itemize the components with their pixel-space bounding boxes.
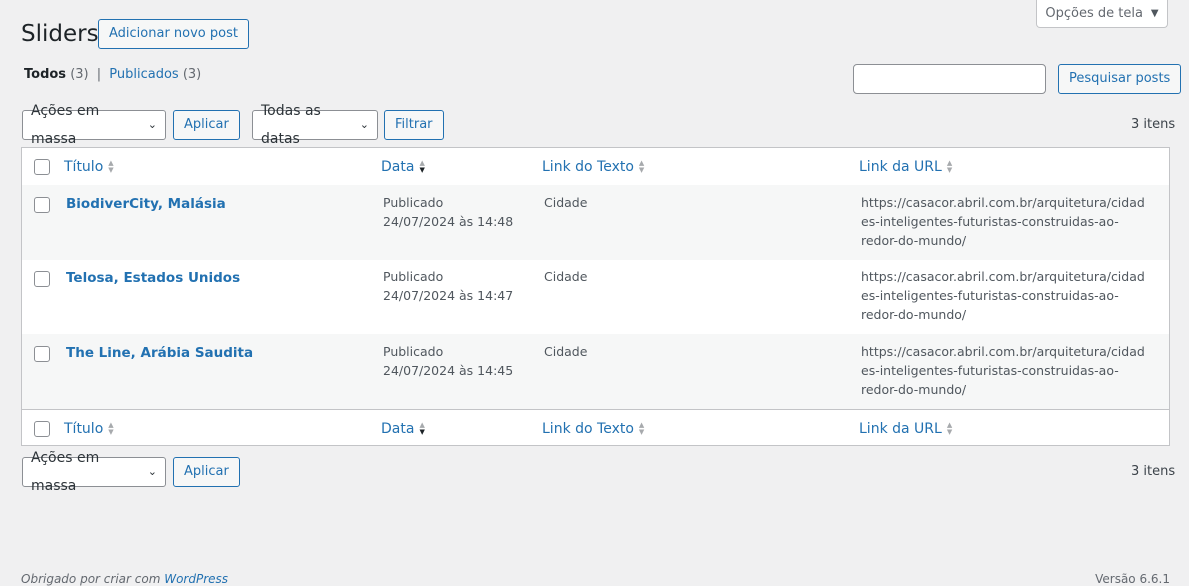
- table-row: Telosa, Estados Unidos Publicado 24/07/2…: [22, 259, 1169, 334]
- chevron-down-icon: ⌄: [147, 465, 157, 478]
- wordpress-link[interactable]: WordPress: [164, 572, 228, 586]
- row-title-link[interactable]: Telosa, Estados Unidos: [66, 270, 240, 286]
- select-all-checkbox[interactable]: [34, 159, 50, 175]
- column-date-header[interactable]: Data ▲ ▼: [381, 159, 425, 175]
- view-published-link[interactable]: Publicados: [109, 67, 178, 82]
- view-all-count: (3): [70, 67, 89, 82]
- bulk-actions-select-bottom[interactable]: Ações em massa ⌄: [22, 450, 166, 494]
- footer-thankyou-text: Obrigado por criar com: [21, 572, 165, 586]
- screen-options-label: Opções de tela: [1045, 6, 1143, 21]
- search-posts-button[interactable]: Pesquisar posts: [1058, 64, 1182, 94]
- chevron-down-icon: ⌄: [147, 118, 157, 131]
- row-checkbox[interactable]: [34, 197, 50, 213]
- date-cell: Publicado 24/07/2024 às 14:48: [383, 193, 513, 231]
- post-status: Publicado: [383, 195, 444, 210]
- link-url-cell: https://casacor.abril.com.br/arquitetura…: [861, 269, 1145, 322]
- bulk-actions-value: Ações em massa: [31, 450, 100, 494]
- items-count: 3 itens: [1131, 117, 1176, 132]
- column-link-url-label: Link da URL: [859, 158, 942, 175]
- column-link-text-header[interactable]: Link do Texto ▲ ▼: [542, 159, 644, 175]
- sort-icon: ▲ ▼: [946, 420, 953, 436]
- items-count-bottom: 3 itens: [1131, 464, 1176, 479]
- column-title-footer[interactable]: Título ▲ ▼: [64, 421, 114, 437]
- link-text-cell: Cidade: [544, 269, 588, 284]
- apply-button[interactable]: Aplicar: [173, 110, 240, 140]
- view-filters: Todos (3) | Publicados (3): [24, 67, 201, 82]
- bulk-actions-select[interactable]: Ações em massa ⌄: [22, 103, 166, 147]
- table-footer: Título ▲ ▼ Data ▲ ▼ Link do Texto ▲ ▼ Link …: [22, 409, 1169, 447]
- link-url-cell: https://casacor.abril.com.br/arquitetura…: [861, 344, 1145, 397]
- column-title-label: Título: [64, 158, 104, 175]
- sort-desc-icon: ▲ ▼: [419, 158, 425, 174]
- page-title: Sliders: [21, 21, 99, 47]
- row-checkbox[interactable]: [34, 346, 50, 362]
- column-date-label: Data: [381, 158, 415, 175]
- row-title-link[interactable]: The Line, Arábia Saudita: [66, 345, 253, 361]
- sort-desc-icon: ▲ ▼: [419, 420, 425, 436]
- post-date: 24/07/2024 às 14:48: [383, 214, 514, 229]
- table-row: BiodiverCity, Malásia Publicado 24/07/20…: [22, 185, 1169, 260]
- link-text-cell: Cidade: [544, 344, 588, 359]
- posts-table: Título ▲ ▼ Data ▲ ▼ Link do Texto ▲ ▼ Link …: [21, 147, 1170, 446]
- table-header: Título ▲ ▼ Data ▲ ▼ Link do Texto ▲ ▼ Link …: [22, 148, 1169, 186]
- table-row: The Line, Arábia Saudita Publicado 24/07…: [22, 334, 1169, 409]
- chevron-down-icon: ⌄: [359, 118, 369, 131]
- column-date-footer[interactable]: Data ▲ ▼: [381, 421, 425, 437]
- column-link-url-label: Link da URL: [859, 420, 942, 437]
- bulk-actions-value: Ações em massa: [31, 103, 100, 147]
- column-title-label: Título: [64, 420, 104, 437]
- triangle-down-icon: ▼: [1150, 8, 1159, 19]
- column-link-text-label: Link do Texto: [542, 420, 634, 437]
- sort-icon: ▲ ▼: [108, 420, 114, 436]
- filter-button[interactable]: Filtrar: [384, 110, 444, 140]
- dates-filter-select[interactable]: Todas as datas ⌄: [252, 103, 378, 147]
- column-link-text-label: Link do Texto: [542, 158, 634, 175]
- sort-icon: ▲ ▼: [638, 158, 645, 174]
- column-date-label: Data: [381, 420, 415, 437]
- link-url-cell: https://casacor.abril.com.br/arquitetura…: [861, 195, 1145, 248]
- link-text-cell: Cidade: [544, 195, 588, 210]
- footer-thankyou: Obrigado por criar com WordPress: [21, 572, 228, 586]
- column-link-text-footer[interactable]: Link do Texto ▲ ▼: [542, 421, 644, 437]
- select-all-checkbox-bottom[interactable]: [34, 421, 50, 437]
- screen-options-button[interactable]: Opções de tela ▼: [1036, 0, 1168, 28]
- date-cell: Publicado 24/07/2024 às 14:47: [383, 267, 513, 305]
- view-all-label: Todos: [24, 67, 67, 82]
- dates-filter-value: Todas as datas: [261, 103, 321, 147]
- date-cell: Publicado 24/07/2024 às 14:45: [383, 342, 513, 380]
- sort-icon: ▲ ▼: [108, 158, 114, 174]
- view-published-label: Publicados: [109, 67, 179, 82]
- sort-icon: ▲ ▼: [946, 158, 953, 174]
- post-date: 24/07/2024 às 14:47: [383, 288, 514, 303]
- search-input[interactable]: [853, 64, 1046, 94]
- row-checkbox[interactable]: [34, 271, 50, 287]
- column-title-header[interactable]: Título ▲ ▼: [64, 159, 114, 175]
- footer-version: Versão 6.6.1: [1095, 572, 1170, 586]
- row-title-link[interactable]: BiodiverCity, Malásia: [66, 196, 226, 212]
- view-all-link[interactable]: Todos: [24, 67, 66, 82]
- post-status: Publicado: [383, 269, 444, 284]
- column-link-url-header[interactable]: Link da URL ▲ ▼: [859, 159, 952, 175]
- sort-icon: ▲ ▼: [638, 420, 645, 436]
- view-published-count: (3): [182, 67, 202, 82]
- post-status: Publicado: [383, 344, 444, 359]
- view-separator: |: [96, 67, 102, 82]
- column-link-url-footer[interactable]: Link da URL ▲ ▼: [859, 421, 952, 437]
- apply-button-bottom[interactable]: Aplicar: [173, 457, 240, 487]
- add-new-post-button[interactable]: Adicionar novo post: [98, 19, 249, 49]
- post-date: 24/07/2024 às 14:45: [383, 363, 514, 378]
